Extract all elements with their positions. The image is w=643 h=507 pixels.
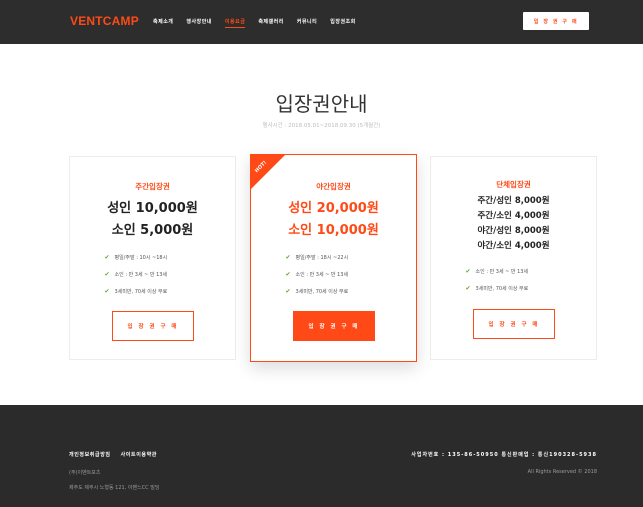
feature-item: ✔ 평일/주말 : 18시 ~22시	[285, 254, 349, 261]
price-row: 주간/성인 8,000원	[477, 196, 550, 206]
page-title: 입장권안내	[275, 92, 368, 116]
nav-item-festival-intro[interactable]: 축제소개	[153, 18, 173, 28]
buy-ticket-button[interactable]: 입 장 권 구 매	[293, 311, 375, 341]
site-logo[interactable]: VENTCAMP	[70, 14, 139, 28]
privacy-policy-link[interactable]: 개인정보취급방침	[69, 451, 111, 458]
nav-item-ticket-lookup[interactable]: 입장권조회	[330, 18, 356, 28]
header-buy-ticket-button[interactable]: 입 장 권 구 매	[523, 12, 589, 30]
nav-item-community[interactable]: 커뮤니티	[297, 18, 317, 28]
main-nav: 축제소개 행사장안내 이용요금 축제갤러리 커뮤니티 입장권조회	[153, 18, 356, 28]
feature-item: ✔ 3세미만, 70세 이상 무료	[285, 288, 349, 295]
nav-item-gallery[interactable]: 축제갤러리	[258, 18, 284, 28]
check-icon: ✔	[285, 288, 291, 295]
price-row: 주간/소인 4,000원	[477, 211, 550, 221]
business-info: 사업자번호 : 135-86-50950 통신판매업 : 통신190328-59…	[411, 452, 597, 458]
check-icon: ✔	[465, 268, 471, 275]
price-adult: 성인 20,000원	[288, 201, 379, 216]
pricing-card-day: 주간입장권 성인 10,000원 소인 5,000원 ✔ 평일/주말 : 10시 …	[69, 156, 236, 360]
check-icon: ✔	[285, 271, 291, 278]
check-icon: ✔	[104, 271, 110, 278]
feature-item: ✔ 평일/주말 : 10시 ~18시	[104, 254, 168, 261]
top-navbar: VENTCAMP 축제소개 행사장안내 이용요금 축제갤러리 커뮤니티 입장권조…	[0, 0, 643, 44]
check-icon: ✔	[285, 254, 291, 261]
card-title: 주간입장권	[135, 182, 170, 191]
price-row: 야간/성인 8,000원	[477, 226, 550, 236]
card-title: 야간입장권	[316, 182, 351, 191]
nav-item-pricing[interactable]: 이용요금	[224, 18, 246, 28]
feature-item: ✔ 소인 : 만 3세 ~ 만 13세	[465, 268, 529, 275]
feature-item: ✔ 3세미만, 70세 이상 무료	[465, 285, 529, 292]
check-icon: ✔	[104, 288, 110, 295]
price-row: 야간/소인 4,000원	[477, 241, 550, 251]
company-address: 제주도 제주시 노형동 121, 아벤느CC 빌딩	[69, 485, 160, 491]
copyright: All Rights Reserved © 2018	[527, 469, 597, 475]
feature-item: ✔ 소인 : 만 3세 ~ 만 13세	[104, 271, 168, 278]
price-child: 소인 10,000원	[288, 223, 379, 238]
page-subtitle: 행사시간 : 2018.05.01~2018.09.30 (5개월간)	[262, 123, 381, 129]
pricing-card-night: HOT! 야간입장권 성인 20,000원 소인 10,000원 ✔ 평일/주말 …	[250, 154, 417, 362]
price-child: 소인 5,000원	[111, 223, 194, 238]
feature-item: ✔ 3세미만, 70세 이상 무료	[104, 288, 168, 295]
feature-item: ✔ 소인 : 만 3세 ~ 만 13세	[285, 271, 349, 278]
card-title: 단체입장권	[496, 180, 531, 189]
check-icon: ✔	[465, 285, 471, 292]
check-icon: ✔	[104, 254, 110, 261]
terms-link[interactable]: 사이트이용약관	[121, 451, 157, 458]
price-adult: 성인 10,000원	[107, 201, 198, 216]
buy-ticket-button[interactable]: 입 장 권 구 매	[112, 311, 194, 341]
site-footer: 개인정보취급방침 사이트이용약관 (주)이벤트포츠 제주도 제주시 노형동 12…	[0, 405, 643, 507]
buy-ticket-button[interactable]: 입 장 권 구 매	[473, 309, 555, 339]
footer-links: 개인정보취급방침 사이트이용약관	[69, 451, 157, 458]
nav-item-venue-guide[interactable]: 행사장안내	[186, 18, 212, 28]
pricing-card-group: 단체입장권 주간/성인 8,000원 주간/소인 4,000원 야간/성인 8,…	[430, 156, 597, 360]
company-name: (주)이벤트포츠	[69, 470, 101, 476]
